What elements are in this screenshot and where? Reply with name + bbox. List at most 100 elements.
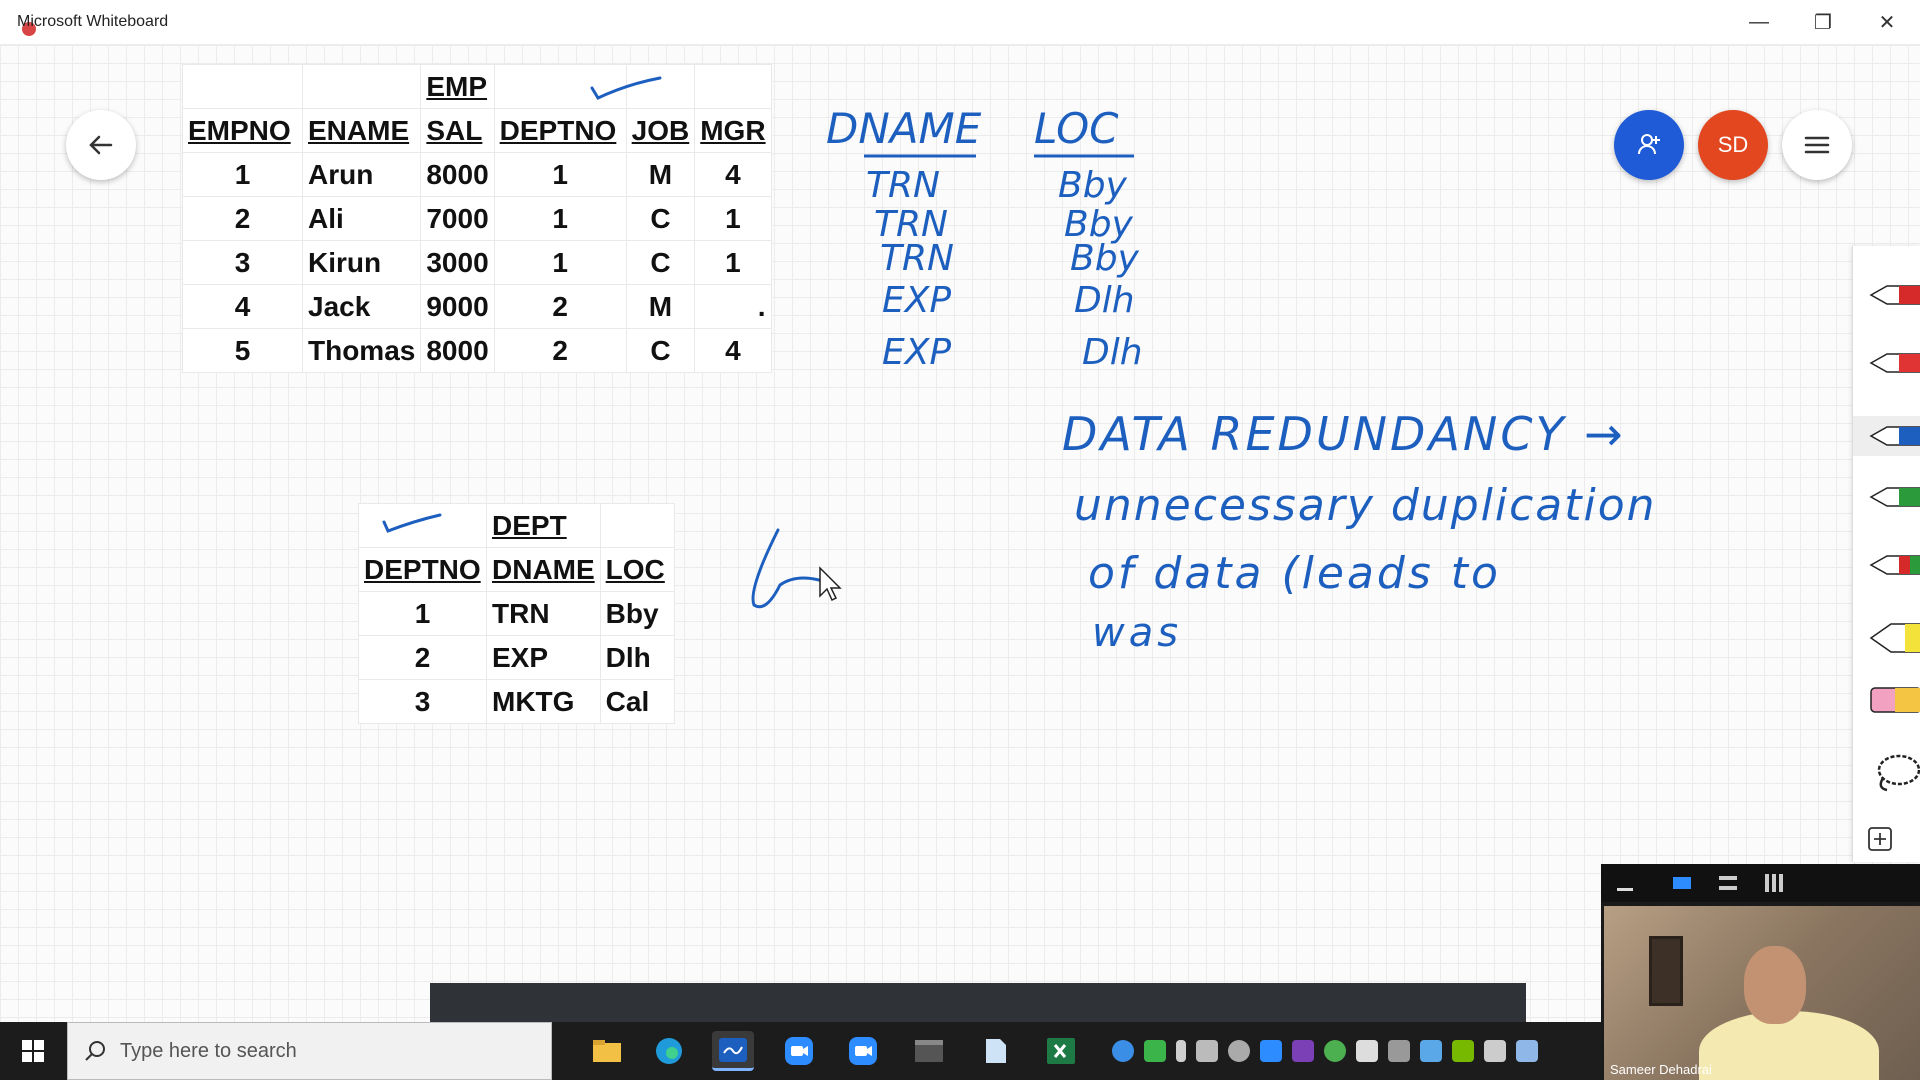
table-cell: Arun xyxy=(301,152,422,197)
highlighter-icon[interactable] xyxy=(1869,618,1920,658)
table-row: 4 Jack 9000 2 M . xyxy=(182,284,772,329)
column-header: LOC xyxy=(599,547,675,592)
zoom-meeting-icon[interactable] xyxy=(842,1031,884,1071)
table-cell: 1 xyxy=(694,196,772,241)
green-red-pen-icon[interactable] xyxy=(1869,552,1920,578)
table-cell: Thomas xyxy=(301,328,422,373)
table-cell: M xyxy=(625,284,696,329)
table-row: 3 Kirun 3000 1 C 1 xyxy=(182,240,772,285)
person-head xyxy=(1744,946,1806,1024)
table-cell: 5 xyxy=(182,328,303,373)
window-app-icon[interactable] xyxy=(908,1031,950,1071)
steam-icon[interactable] xyxy=(1228,1040,1250,1062)
screen-share-bar xyxy=(430,983,1526,1022)
nvidia-icon[interactable] xyxy=(1452,1040,1474,1062)
red-pen-icon[interactable] xyxy=(1869,282,1920,308)
pen-tray-icon[interactable] xyxy=(1516,1040,1538,1062)
table-header-row: DEPTNO DNAME LOC xyxy=(358,547,675,592)
table-cell: C xyxy=(625,328,696,373)
back-button[interactable] xyxy=(66,110,136,180)
arrow-left-icon xyxy=(89,135,113,155)
table-cell: TRN xyxy=(486,591,601,636)
shield-icon[interactable] xyxy=(1356,1040,1378,1062)
minimize-button[interactable]: — xyxy=(1728,0,1790,45)
help-icon[interactable] xyxy=(1112,1040,1134,1062)
excel-icon[interactable] xyxy=(1040,1031,1082,1071)
table-cell: 2 xyxy=(182,196,303,241)
snowflake-icon[interactable] xyxy=(1420,1040,1442,1062)
table-cell: Cal xyxy=(599,679,675,724)
column-header: DEPTNO xyxy=(493,108,627,153)
table-cell: 2 xyxy=(358,635,487,680)
column-header: DNAME xyxy=(486,547,601,592)
red-pen-icon[interactable] xyxy=(1869,350,1920,376)
security-check-icon[interactable] xyxy=(1144,1040,1166,1062)
edge-browser-icon[interactable] xyxy=(648,1031,690,1071)
notepad-icon[interactable] xyxy=(974,1031,1016,1071)
lasso-icon[interactable] xyxy=(1869,752,1920,792)
table-cell: Ali xyxy=(301,196,422,241)
table-cell: 2 xyxy=(493,328,627,373)
wifi-icon[interactable] xyxy=(1388,1040,1410,1062)
table-row: 1 Arun 8000 1 M 4 xyxy=(182,152,772,197)
emp-table[interactable]: EMP EMPNO ENAME SAL DEPTNO JOB MGR 1 Aru… xyxy=(182,64,772,373)
menu-button[interactable] xyxy=(1782,110,1852,180)
user-avatar[interactable]: SD xyxy=(1698,110,1768,180)
close-button[interactable]: ✕ xyxy=(1856,0,1918,45)
start-button[interactable] xyxy=(0,1022,66,1080)
blue-pen-icon[interactable] xyxy=(1853,416,1920,456)
hamburger-icon xyxy=(1804,136,1830,154)
speaker-view-icon[interactable] xyxy=(1673,877,1691,889)
table-cell: C xyxy=(625,196,696,241)
video-window[interactable]: Sameer Dehadrai xyxy=(1601,864,1920,1080)
eraser-icon[interactable] xyxy=(1869,686,1920,713)
participant-name: Sameer Dehadrai xyxy=(1610,1062,1712,1077)
table-row: 1 TRN Bby xyxy=(358,591,675,636)
video-toolbar xyxy=(1601,864,1920,902)
zoom-tray-icon[interactable] xyxy=(1260,1040,1282,1062)
table-cell: 8000 xyxy=(420,328,495,373)
onenote-icon[interactable] xyxy=(1292,1040,1314,1062)
table-cell: Kirun xyxy=(301,240,422,285)
wall-frame xyxy=(1649,936,1683,1006)
table-cell: 3 xyxy=(182,240,303,285)
file-explorer-icon[interactable] xyxy=(586,1031,628,1071)
keyboard-icon[interactable] xyxy=(1196,1040,1218,1062)
column-header: MGR xyxy=(694,108,772,153)
green-pen-icon[interactable] xyxy=(1869,484,1920,510)
add-tool-icon[interactable] xyxy=(1867,826,1893,852)
table-cell: 7000 xyxy=(420,196,495,241)
table-cell: 1 xyxy=(493,196,627,241)
table-cell: 3000 xyxy=(420,240,495,285)
dept-table[interactable]: DEPT DEPTNO DNAME LOC 1 TRN Bby 2 EXP Dl… xyxy=(358,503,675,724)
table-cell: 1 xyxy=(694,240,772,285)
zoom-icon[interactable] xyxy=(778,1031,820,1071)
table-title: EMP xyxy=(420,64,495,109)
table-row: 5 Thomas 8000 2 C 4 xyxy=(182,328,772,373)
column-header: ENAME xyxy=(301,108,422,153)
table-cell: 4 xyxy=(694,152,772,197)
restore-button[interactable]: ❐ xyxy=(1792,0,1854,45)
participant-video: Sameer Dehadrai xyxy=(1604,906,1920,1080)
column-header: EMPNO xyxy=(182,108,303,153)
search-icon xyxy=(85,1041,105,1061)
green-app-icon[interactable] xyxy=(1324,1040,1346,1062)
person-add-icon xyxy=(1638,134,1660,155)
pen-tray xyxy=(1852,246,1920,862)
tray-app-icon[interactable] xyxy=(1484,1040,1506,1062)
table-cell: Bby xyxy=(599,591,675,636)
invite-button[interactable] xyxy=(1614,110,1684,180)
grid-view-icon[interactable] xyxy=(1765,874,1783,892)
table-cell: M xyxy=(625,152,696,197)
strip-view-icon[interactable] xyxy=(1719,876,1737,890)
title-bar: Microsoft Whiteboard — ❐ ✕ xyxy=(0,0,1920,45)
taskbar-search[interactable]: Type here to search xyxy=(67,1022,552,1080)
table-row: 2 EXP Dlh xyxy=(358,635,675,680)
whiteboard-taskbar-icon[interactable] xyxy=(712,1031,754,1071)
table-cell: Jack xyxy=(301,284,422,329)
table-header-row: EMPNO ENAME SAL DEPTNO JOB MGR xyxy=(182,108,772,153)
microphone-icon[interactable] xyxy=(1176,1040,1186,1062)
minimize-video-icon[interactable] xyxy=(1617,887,1633,891)
table-title-row: EMP xyxy=(182,64,772,109)
table-title: DEPT xyxy=(486,503,601,548)
